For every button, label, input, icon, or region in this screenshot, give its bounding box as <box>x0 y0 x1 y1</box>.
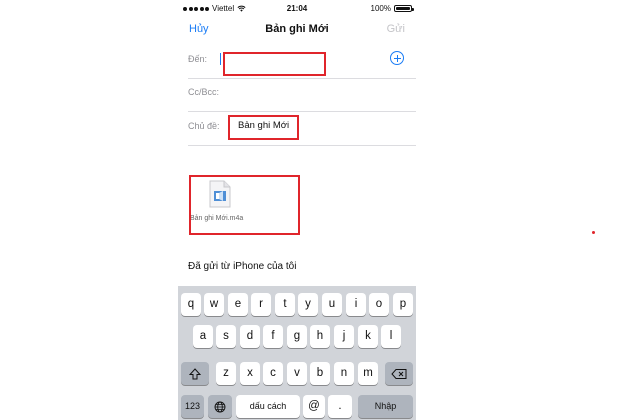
to-label: Đến: <box>188 54 208 64</box>
shift-key[interactable] <box>181 362 209 385</box>
key-o[interactable]: o <box>369 293 389 316</box>
page-title: Bản ghi Mới <box>265 23 329 35</box>
key-y[interactable]: y <box>298 293 318 316</box>
key-p[interactable]: p <box>393 293 413 316</box>
key-l[interactable]: l <box>381 325 401 348</box>
key-e[interactable]: e <box>228 293 248 316</box>
key-b[interactable]: b <box>310 362 330 385</box>
add-contact-icon[interactable] <box>390 51 404 65</box>
key-h[interactable]: h <box>310 325 330 348</box>
red-dot-marker <box>592 231 595 234</box>
backspace-icon <box>391 368 407 379</box>
return-key[interactable]: Nhập <box>358 395 413 418</box>
key-w[interactable]: w <box>204 293 224 316</box>
numbers-key[interactable]: 123 <box>181 395 204 418</box>
at-key[interactable]: @ <box>303 395 325 418</box>
highlight-to-field <box>223 52 326 76</box>
shift-icon <box>189 367 201 379</box>
highlight-attachment <box>189 175 300 235</box>
globe-icon <box>214 401 226 412</box>
dot-key[interactable]: . <box>328 395 352 418</box>
status-bar: Viettel 21:04 100% <box>178 0 416 16</box>
key-t[interactable]: t <box>275 293 295 316</box>
key-r[interactable]: r <box>251 293 271 316</box>
cc-bcc-label: Cc/Bcc: <box>188 87 220 97</box>
key-z[interactable]: z <box>216 362 236 385</box>
battery-percent: 100% <box>370 4 391 13</box>
key-v[interactable]: v <box>287 362 307 385</box>
key-s[interactable]: s <box>216 325 236 348</box>
subject-label: Chủ đề: <box>188 121 220 131</box>
status-right: 100% <box>370 4 414 13</box>
cc-bcc-field[interactable]: Cc/Bcc: <box>188 75 416 112</box>
globe-key[interactable] <box>208 395 232 418</box>
highlight-subject <box>228 115 299 140</box>
subject-field[interactable]: Chủ đề: Bản ghi Mới <box>188 109 416 146</box>
key-k[interactable]: k <box>358 325 378 348</box>
key-c[interactable]: c <box>263 362 283 385</box>
space-key[interactable]: dấu cách <box>236 395 300 418</box>
key-i[interactable]: i <box>346 293 366 316</box>
key-f[interactable]: f <box>263 325 283 348</box>
key-d[interactable]: d <box>240 325 260 348</box>
battery-icon <box>394 5 414 12</box>
email-signature: Đã gửi từ iPhone của tôi <box>188 261 297 272</box>
key-j[interactable]: j <box>334 325 354 348</box>
key-u[interactable]: u <box>322 293 342 316</box>
keyboard: q w e r t y u i o p a s d f g h j k l z … <box>178 286 416 420</box>
delete-key[interactable] <box>385 362 413 385</box>
key-q[interactable]: q <box>181 293 201 316</box>
key-m[interactable]: m <box>358 362 378 385</box>
send-button[interactable]: Gửi <box>387 23 405 35</box>
key-x[interactable]: x <box>240 362 260 385</box>
key-g[interactable]: g <box>287 325 307 348</box>
navigation-bar: Hủy Bản ghi Mới Gửi <box>178 16 416 42</box>
key-n[interactable]: n <box>334 362 354 385</box>
key-a[interactable]: a <box>193 325 213 348</box>
text-cursor <box>220 53 221 65</box>
